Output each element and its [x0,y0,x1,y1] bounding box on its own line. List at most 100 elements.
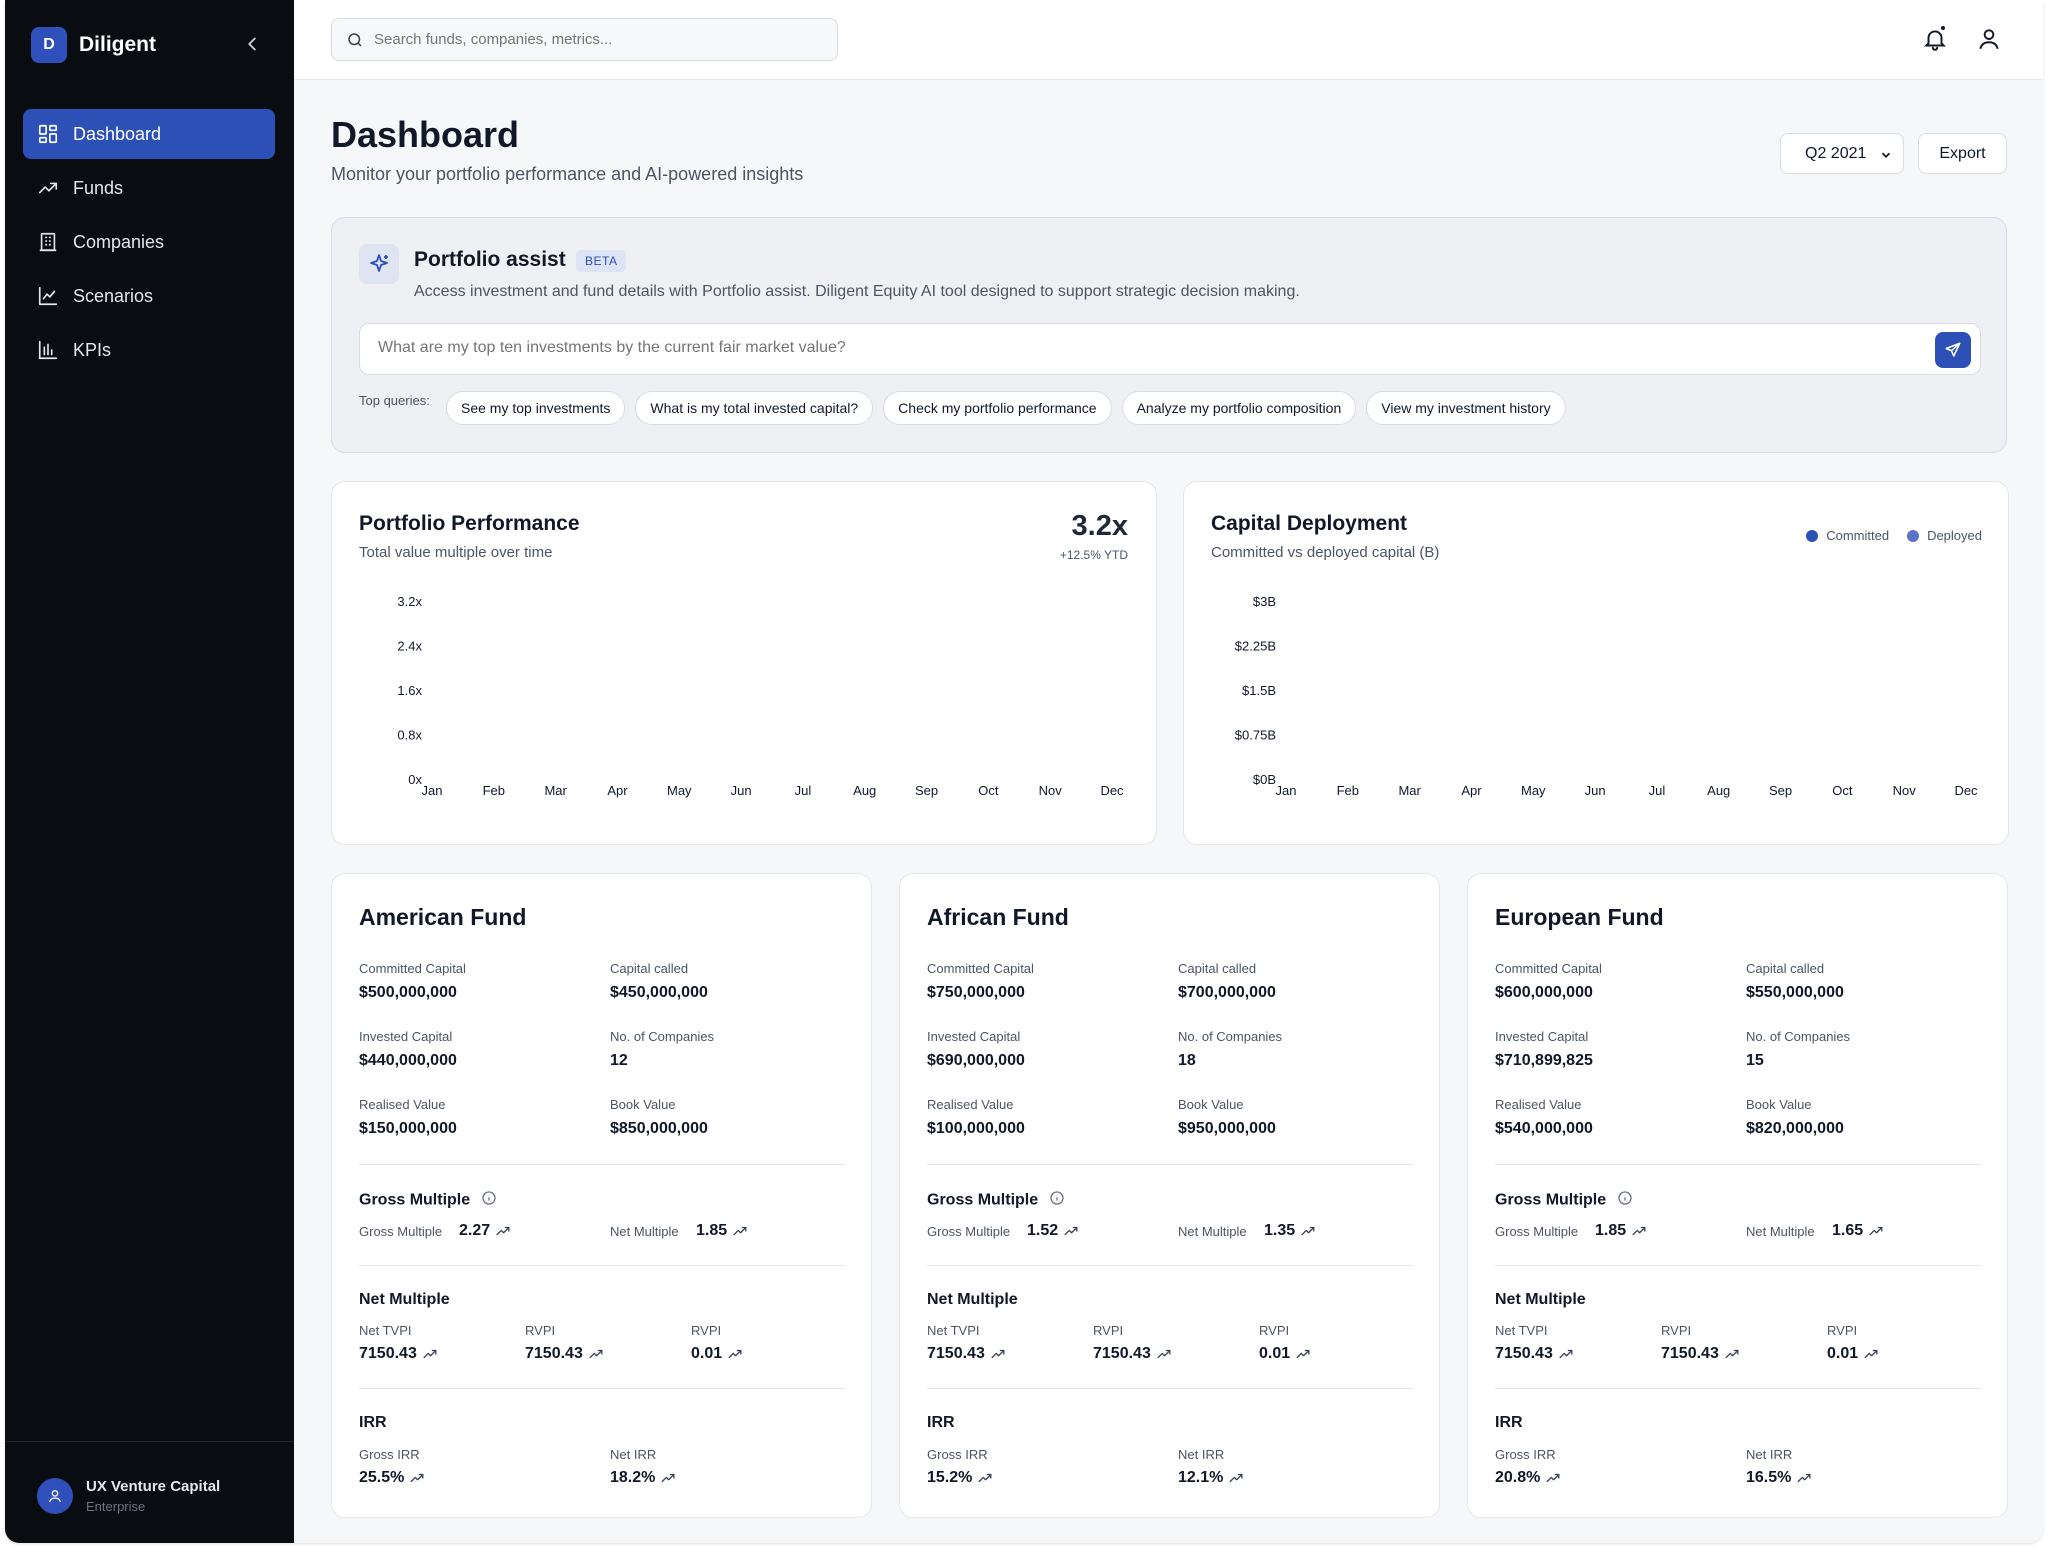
account-switcher[interactable]: UX Venture Capital Enterprise [5,1441,294,1543]
query-chip[interactable]: What is my total invested capital? [635,391,874,425]
realised-value-label: Realised Value [1495,1097,1582,1112]
x-tick-label: Jun [1585,783,1606,798]
trend-up-icon [1864,1349,1878,1358]
org-name: UX Venture Capital [86,1478,221,1495]
trend-up-icon [1157,1349,1171,1358]
y-tick-label: $0B [1253,772,1276,787]
realised-value-value: $540,000,000 [1495,1120,1593,1137]
gross-irr-label: Gross IRR [359,1447,420,1462]
rvpi-value: 7150.43 [1093,1345,1171,1363]
value-text: 7150.43 [525,1345,583,1362]
net-multiple-value: 1.65 [1832,1222,1883,1240]
chevron-down-icon [1881,152,1891,158]
info-icon[interactable] [481,1190,497,1206]
x-tick-label: Mar [544,783,567,798]
book-value-label: Book Value [1746,1097,1812,1112]
invested-capital-value: $710,899,825 [1495,1052,1593,1069]
section-title: Gross Multiple [927,1191,1039,1209]
trend-up-icon [1797,1473,1811,1482]
gross-multiple-value: 2.27 [459,1222,510,1240]
value-text: 18.2% [610,1469,656,1486]
x-tick-label: May [1521,783,1546,798]
main-content: Dashboard Monitor your portfolio perform… [294,80,2043,1543]
query-chip[interactable]: Analyze my portfolio composition [1121,391,1357,425]
y-tick-label: $0.75B [1235,728,1276,743]
trend-up-icon [733,1226,747,1235]
net-irr-value: 16.5% [1746,1469,1811,1487]
value-text: 0.01 [1259,1345,1291,1362]
realised-value-value: $100,000,000 [927,1120,1025,1137]
x-tick-label: Nov [1039,783,1063,798]
capital-deployment-chart: $3B $2.25B $1.5B $0.75B $0BJan Feb Mar Apr May Ju… [1235,594,1978,798]
sidebar-item-scenarios[interactable]: Scenarios [23,271,275,321]
sidebar-item-companies[interactable]: Companies [23,217,275,267]
net-tvpi-value: 7150.43 [359,1345,437,1363]
gross-multiple-heading: Gross Multiple [1495,1190,1633,1211]
gross-multiple-value: 1.52 [1027,1222,1078,1240]
user-profile-icon[interactable] [1976,26,2002,52]
trend-up-icon [661,1473,675,1482]
logo[interactable]: D Diligent [31,27,156,63]
export-button[interactable]: Export [1918,133,2007,174]
net-multiple-value: 1.35 [1264,1222,1315,1240]
sidebar-item-funds[interactable]: Funds [23,163,275,213]
page-title: Dashboard [331,114,520,155]
trend-up-icon [1229,1473,1243,1482]
rvpi-value: 7150.43 [525,1345,603,1363]
value-text: 1.85 [696,1222,728,1239]
user-icon [49,1490,61,1503]
companies-value: 15 [1746,1052,1764,1069]
book-value-label: Book Value [610,1097,676,1112]
divider [927,1388,1413,1389]
sidebar-item-label: KPIs [73,339,112,360]
x-tick-label: Jan [422,783,443,798]
send-button[interactable] [1935,332,1971,368]
committed-capital-value: $750,000,000 [927,984,1025,1001]
divider [927,1164,1413,1165]
gross-irr-value: 25.5% [359,1469,424,1487]
x-tick-label: Jan [1276,783,1297,798]
line-chart-icon [38,286,58,306]
search-box[interactable] [331,18,838,61]
capital-called-value: $550,000,000 [1746,984,1844,1001]
assist-prompt-input[interactable] [378,339,1878,357]
capital-called-value: $700,000,000 [1178,984,1276,1001]
x-tick-label: Nov [1893,783,1917,798]
period-select[interactable]: Q2 2021 [1780,133,1904,174]
trend-up-icon [423,1349,437,1358]
divider [1495,1265,1981,1266]
x-tick-label: Sep [1769,783,1792,798]
net-multiple-heading: Net Multiple [359,1291,450,1308]
book-value-label: Book Value [1178,1097,1244,1112]
sidebar: D Diligent Dashboard Funds Companies Sce… [5,0,294,1543]
sidebar-item-dashboard[interactable]: Dashboard [23,109,275,159]
x-tick-label: Jun [731,783,752,798]
query-chip[interactable]: Check my portfolio performance [883,391,1112,425]
sidebar-nav: Dashboard Funds Companies Scenarios KPIs [23,109,275,379]
x-tick-label: Apr [1461,783,1482,798]
info-icon[interactable] [1049,1190,1065,1206]
fund-title: European Fund [1495,904,1664,930]
gross-multiple-label: Gross Multiple [1495,1224,1579,1239]
query-chip[interactable]: View my investment history [1366,391,1566,425]
collapse-sidebar-icon[interactable] [241,33,263,55]
info-icon[interactable] [1617,1190,1633,1206]
x-tick-label: Jul [1649,783,1666,798]
y-tick-label: $1.5B [1242,683,1276,698]
invested-capital-label: Invested Capital [927,1029,1021,1044]
book-value-value: $950,000,000 [1178,1120,1276,1137]
value-text: 25.5% [359,1469,405,1486]
x-tick-label: Apr [607,783,628,798]
search-input[interactable] [374,31,814,48]
african-fund-card: African Fund Committed Capital $750,000,… [899,873,1440,1518]
app-name: Diligent [79,33,156,56]
x-tick-label: Dec [1954,783,1978,798]
sidebar-item-kpis[interactable]: KPIs [23,325,275,375]
capital-called-label: Capital called [610,961,689,976]
avatar [37,1478,73,1514]
query-chip[interactable]: See my top investments [446,391,626,425]
divider [359,1164,845,1165]
fund-title: American Fund [359,904,527,930]
x-tick-label: Dec [1100,783,1124,798]
assist-prompt-box[interactable] [359,323,1981,375]
